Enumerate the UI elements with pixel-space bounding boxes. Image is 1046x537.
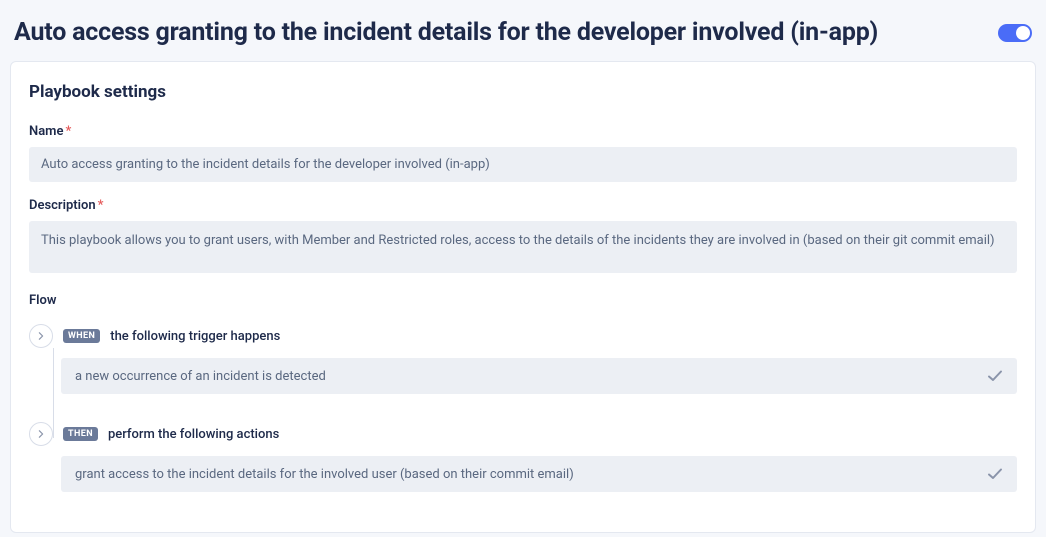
flow-step-then: THEN perform the following actions grant…	[41, 422, 1017, 492]
settings-section-title: Playbook settings	[29, 82, 1017, 102]
description-field-label: Description*	[29, 198, 1017, 213]
chevron-right-icon	[37, 430, 45, 438]
when-trigger-item[interactable]: a new occurrence of an incident is detec…	[61, 358, 1017, 394]
page-title: Auto access granting to the incident det…	[14, 18, 878, 47]
required-marker: *	[65, 124, 71, 139]
expand-when-button[interactable]	[29, 324, 53, 348]
flow-section-label: Flow	[29, 293, 1017, 308]
expand-then-button[interactable]	[29, 422, 53, 446]
playbook-toggle[interactable]	[998, 24, 1032, 42]
when-header-text: the following trigger happens	[110, 329, 280, 344]
then-badge: THEN	[63, 427, 98, 441]
then-action-text: grant access to the incident details for…	[75, 467, 574, 482]
chevron-right-icon	[37, 332, 45, 340]
check-icon	[987, 368, 1003, 384]
flow-step-when: WHEN the following trigger happens a new…	[41, 324, 1017, 394]
flow-container: WHEN the following trigger happens a new…	[29, 324, 1017, 492]
check-icon	[987, 466, 1003, 482]
required-marker: *	[98, 198, 104, 213]
when-badge: WHEN	[63, 329, 100, 343]
then-action-item[interactable]: grant access to the incident details for…	[61, 456, 1017, 492]
name-field-label: Name*	[29, 124, 1017, 139]
name-input[interactable]	[29, 147, 1017, 182]
then-header-text: perform the following actions	[108, 427, 279, 442]
playbook-settings-card: Playbook settings Name* Description* Thi…	[10, 61, 1036, 533]
description-input[interactable]: This playbook allows you to grant users,…	[29, 221, 1017, 273]
when-trigger-text: a new occurrence of an incident is detec…	[75, 369, 326, 384]
